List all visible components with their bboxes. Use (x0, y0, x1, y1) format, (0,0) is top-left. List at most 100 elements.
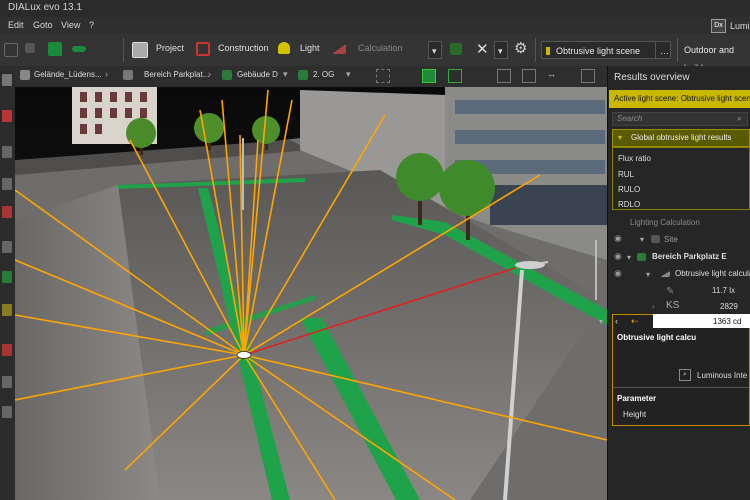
tab-parking[interactable]: Bereich Parkplat... (144, 70, 209, 79)
selection-icon[interactable] (376, 69, 390, 83)
measure-icon[interactable]: ↔ (547, 69, 561, 83)
view-3d-icon[interactable] (422, 69, 436, 83)
search-icon[interactable]: ⌕ (737, 113, 741, 125)
tool-icon-11[interactable] (2, 406, 12, 418)
menu-edit[interactable]: Edit (8, 20, 24, 30)
chevron-right-icon-2: › (208, 69, 211, 79)
lighting-calc-label: Lighting Calculation (630, 218, 700, 227)
menu-help[interactable]: ? (89, 20, 94, 30)
rul-label: RUL (618, 170, 635, 179)
global-results-header[interactable]: ▾ Global obtrusive light results (612, 129, 750, 147)
arrow-left-icon[interactable]: ⇠ (631, 316, 639, 327)
chevron-down-icon[interactable]: ▾ (283, 69, 288, 80)
tool-icon-9[interactable] (2, 344, 12, 356)
undo-icon[interactable] (4, 43, 18, 57)
detail-title: Obtrusive light calcu (617, 333, 697, 342)
chevron-down-icon-3[interactable]: ▾ (640, 235, 644, 244)
grid-icon[interactable] (25, 43, 35, 53)
fit-icon[interactable] (522, 69, 536, 83)
tool-icon-2[interactable] (2, 110, 12, 122)
tool-icon-4[interactable] (2, 178, 12, 190)
selected-result-box[interactable]: ▾ ⇠ ‹ 1363 cd Obtrusive light calcu ⌕ Lu… (599, 314, 750, 426)
active-scene-banner: Active light scene: Obtrusive light scen… (609, 90, 750, 108)
eye-icon-2[interactable]: ◉ (614, 251, 622, 262)
close-icon[interactable]: ✕ (476, 40, 489, 58)
menu-view[interactable]: View (61, 20, 80, 30)
collapse-icon: ▾ (618, 133, 623, 142)
light-button[interactable]: Light (300, 43, 320, 53)
close-dropdown[interactable]: ▾ (494, 41, 508, 59)
rdlo-label: RDLO (618, 200, 641, 209)
project-button[interactable]: Project (156, 43, 184, 53)
site-icon (20, 70, 30, 80)
eye-icon-3[interactable]: ◉ (614, 268, 622, 279)
save-icon[interactable] (48, 42, 62, 56)
tree-site[interactable]: Site (664, 235, 678, 244)
eye-icon[interactable]: ◉ (614, 233, 622, 244)
tab-building[interactable]: Gebäude D (237, 70, 278, 79)
ks-label: KS (666, 300, 680, 311)
dialux-logo-icon: Dx (711, 19, 726, 33)
project-icon (132, 42, 148, 58)
outdoor-button[interactable]: Outdoor and build (680, 41, 750, 73)
gear-icon[interactable]: ⚙ (514, 39, 527, 57)
menu-bar: Edit Goto View ? (0, 17, 750, 34)
export-icon[interactable] (72, 46, 86, 52)
zoom-icon[interactable] (497, 69, 511, 83)
3d-viewport[interactable] (15, 87, 607, 500)
tool-icon-8[interactable] (2, 304, 12, 316)
parameter-label: Parameter (617, 394, 657, 403)
tool-icon-6[interactable] (2, 241, 12, 253)
construction-button[interactable]: Construction (218, 43, 269, 53)
window-title: DIALux evo 13.1 (8, 2, 82, 13)
tab-site[interactable]: Gelände_Lüdens... (34, 70, 102, 79)
ks-value: 2829 (720, 302, 738, 311)
chevron-down-icon-2[interactable]: ▾ (346, 69, 351, 80)
tree-obtrusive-calc[interactable]: Obtrusive light calcula (675, 269, 750, 278)
calculation-dropdown[interactable]: ▾ (428, 41, 442, 59)
scene-more-button[interactable]: … (655, 41, 671, 59)
luminous-label: Luminous Inte (697, 371, 748, 380)
tool-icon-1[interactable] (2, 74, 12, 86)
tool-icon-7[interactable] (2, 271, 12, 283)
light-icon (278, 42, 290, 54)
tool-icon-5[interactable] (2, 206, 12, 218)
chevron-down-icon-6[interactable]: ▾ (599, 317, 603, 326)
scene-select[interactable]: Obtrusive light scene (541, 41, 659, 59)
magnifier-icon[interactable]: ⌕ (679, 369, 691, 381)
flux-ratio-label: Flux ratio (618, 154, 651, 163)
screen-icon[interactable] (581, 69, 595, 83)
start-calc-icon[interactable] (450, 43, 462, 55)
tool-icon-10[interactable] (2, 376, 12, 388)
viewport-header (15, 66, 607, 87)
chevron-right-icon-3[interactable]: › (652, 302, 655, 311)
search-input[interactable]: Search ⌕ (612, 112, 748, 126)
chevron-down-icon-5[interactable]: ▾ (646, 270, 650, 279)
construction-icon (196, 42, 210, 56)
user-label[interactable]: Lumi (730, 21, 750, 31)
calculation-button[interactable]: Calculation (358, 43, 403, 53)
tool-icon-3[interactable] (2, 146, 12, 158)
menu-goto[interactable]: Goto (33, 20, 53, 30)
rulo-label: RULO (618, 185, 641, 194)
divider (613, 387, 749, 388)
tab-floor[interactable]: 2. OG (313, 70, 334, 79)
title-bar: DIALux evo 13.1 (0, 0, 750, 17)
chevron-right-icon: › (105, 69, 108, 79)
left-tool-strip (0, 66, 16, 500)
parking-tree-icon (637, 253, 646, 261)
site-tree-icon (651, 235, 660, 243)
global-results-box: Flux ratio RUL RULO RDLO (612, 147, 750, 210)
tree-parking[interactable]: Bereich Parkplatz E (652, 252, 727, 261)
luminaire[interactable] (236, 351, 252, 359)
height-label: Height (623, 410, 647, 419)
lux-icon: ✎ (666, 286, 675, 297)
view-plan-icon[interactable] (448, 69, 462, 83)
results-title: Results overview (614, 72, 690, 83)
chevron-left-icon[interactable]: ‹ (615, 316, 618, 326)
selected-value: 1363 cd (713, 317, 742, 326)
parking-icon (123, 70, 133, 80)
chevron-down-icon-4[interactable]: ▾ (627, 253, 631, 262)
floor-icon (298, 70, 308, 80)
scene-color-icon (546, 47, 550, 55)
